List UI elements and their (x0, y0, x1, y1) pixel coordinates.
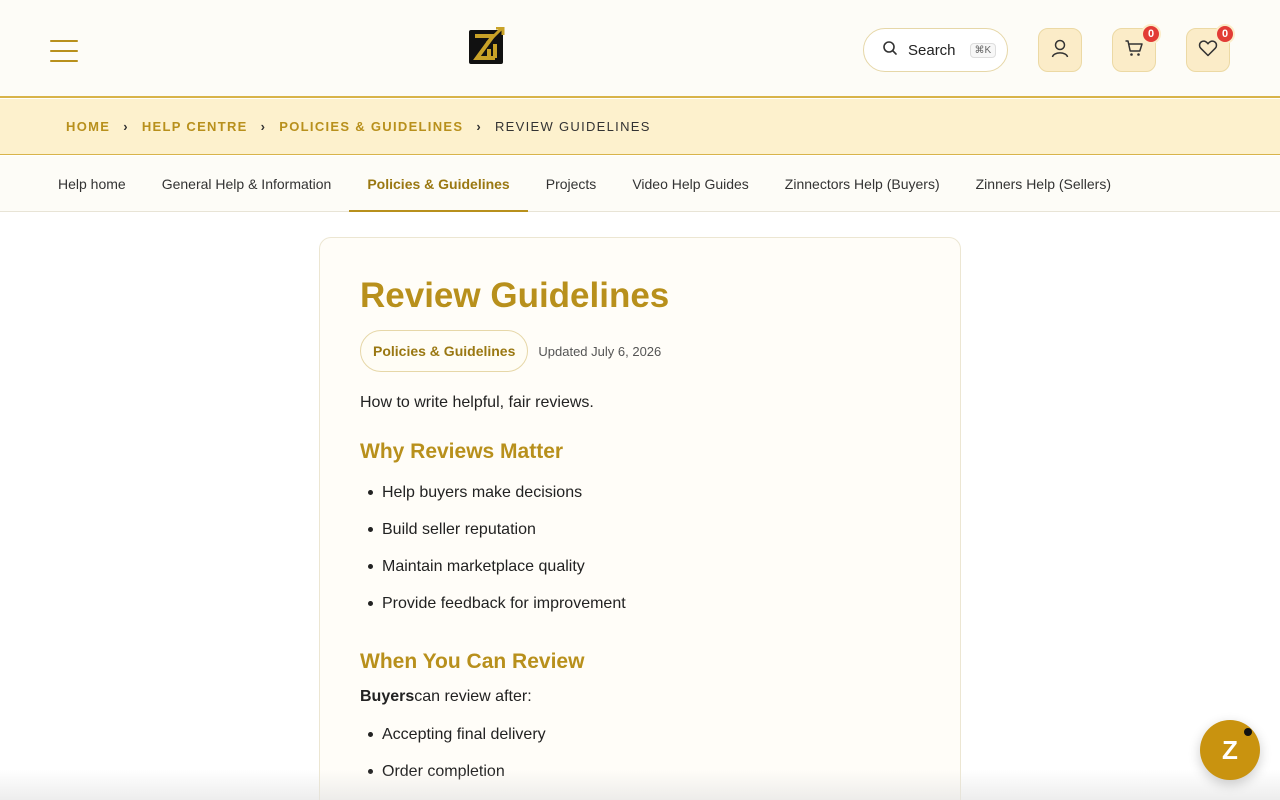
list-item: Accepting final delivery (368, 716, 920, 753)
search-button[interactable]: Search ⌘K (863, 28, 1008, 72)
tab-video-help[interactable]: Video Help Guides (614, 156, 766, 211)
tab-projects[interactable]: Projects (528, 156, 615, 211)
cart-count-badge: 0 (1141, 24, 1161, 44)
list-item: Order completion (368, 753, 920, 790)
breadcrumb: HOME › HELP CENTRE › POLICIES & GUIDELIN… (0, 99, 1280, 155)
list-item: Maintain marketplace quality (368, 548, 920, 585)
review-eligibility-text: Buyerscan review after: (360, 688, 920, 706)
eligibility-rest: can review after: (414, 688, 532, 705)
tab-help-home[interactable]: Help home (40, 156, 144, 211)
chat-launcher-button[interactable]: Z (1200, 720, 1260, 780)
category-pill[interactable]: Policies & Guidelines (360, 330, 529, 372)
reasons-list: Help buyers make decisions Build seller … (360, 474, 920, 622)
breadcrumb-home[interactable]: HOME (66, 119, 110, 134)
online-status-dot (1244, 728, 1252, 736)
updated-date: Updated July 6, 2026 (538, 343, 662, 359)
help-tabs: Help home General Help & Information Pol… (0, 156, 1280, 212)
chevron-right-icon: › (260, 119, 267, 134)
cart-icon (1124, 38, 1144, 63)
breadcrumb-current: REVIEW GUIDELINES (494, 119, 651, 134)
tab-policies-guidelines[interactable]: Policies & Guidelines (349, 156, 529, 212)
brand-logo[interactable] (469, 26, 505, 65)
article-meta: Policies & Guidelines Updated July 6, 20… (360, 330, 920, 372)
menu-icon[interactable] (50, 40, 78, 62)
site-header: Search ⌘K 0 0 (0, 0, 1280, 98)
tab-general-help[interactable]: General Help & Information (144, 156, 350, 211)
breadcrumb-policies[interactable]: POLICIES & GUIDELINES (279, 119, 463, 134)
article-title: Review Guidelines (360, 276, 670, 315)
list-item: Build seller reputation (368, 511, 920, 548)
search-label: Search (908, 41, 956, 59)
eligibility-list: Accepting final delivery Order completio… (360, 716, 920, 790)
search-shortcut: ⌘K (969, 42, 997, 58)
cart-button[interactable]: 0 (1112, 24, 1161, 72)
article-card: Review Guidelines Policies & Guidelines … (319, 237, 961, 800)
section-heading: Why Reviews Matter (360, 440, 564, 463)
section-heading: When You Can Review (360, 650, 585, 673)
chevron-right-icon: › (123, 119, 129, 134)
wishlist-count-badge: 0 (1215, 24, 1235, 44)
chat-label: Z (1222, 734, 1238, 765)
user-icon (1050, 38, 1070, 63)
search-icon (882, 40, 898, 61)
tab-zinnectors-help[interactable]: Zinnectors Help (Buyers) (767, 156, 958, 211)
buyers-label: Buyers (360, 688, 415, 705)
heart-icon (1198, 38, 1218, 63)
account-button[interactable] (1038, 28, 1082, 72)
chevron-right-icon: › (476, 119, 482, 134)
breadcrumb-help-centre[interactable]: HELP CENTRE (142, 119, 248, 134)
list-item: Help buyers make decisions (368, 474, 920, 511)
article-intro: How to write helpful, fair reviews. (360, 394, 594, 411)
wishlist-button[interactable]: 0 (1186, 24, 1235, 72)
list-item: Provide feedback for improvement (368, 585, 920, 622)
tab-zinners-help[interactable]: Zinners Help (Sellers) (958, 156, 1129, 211)
